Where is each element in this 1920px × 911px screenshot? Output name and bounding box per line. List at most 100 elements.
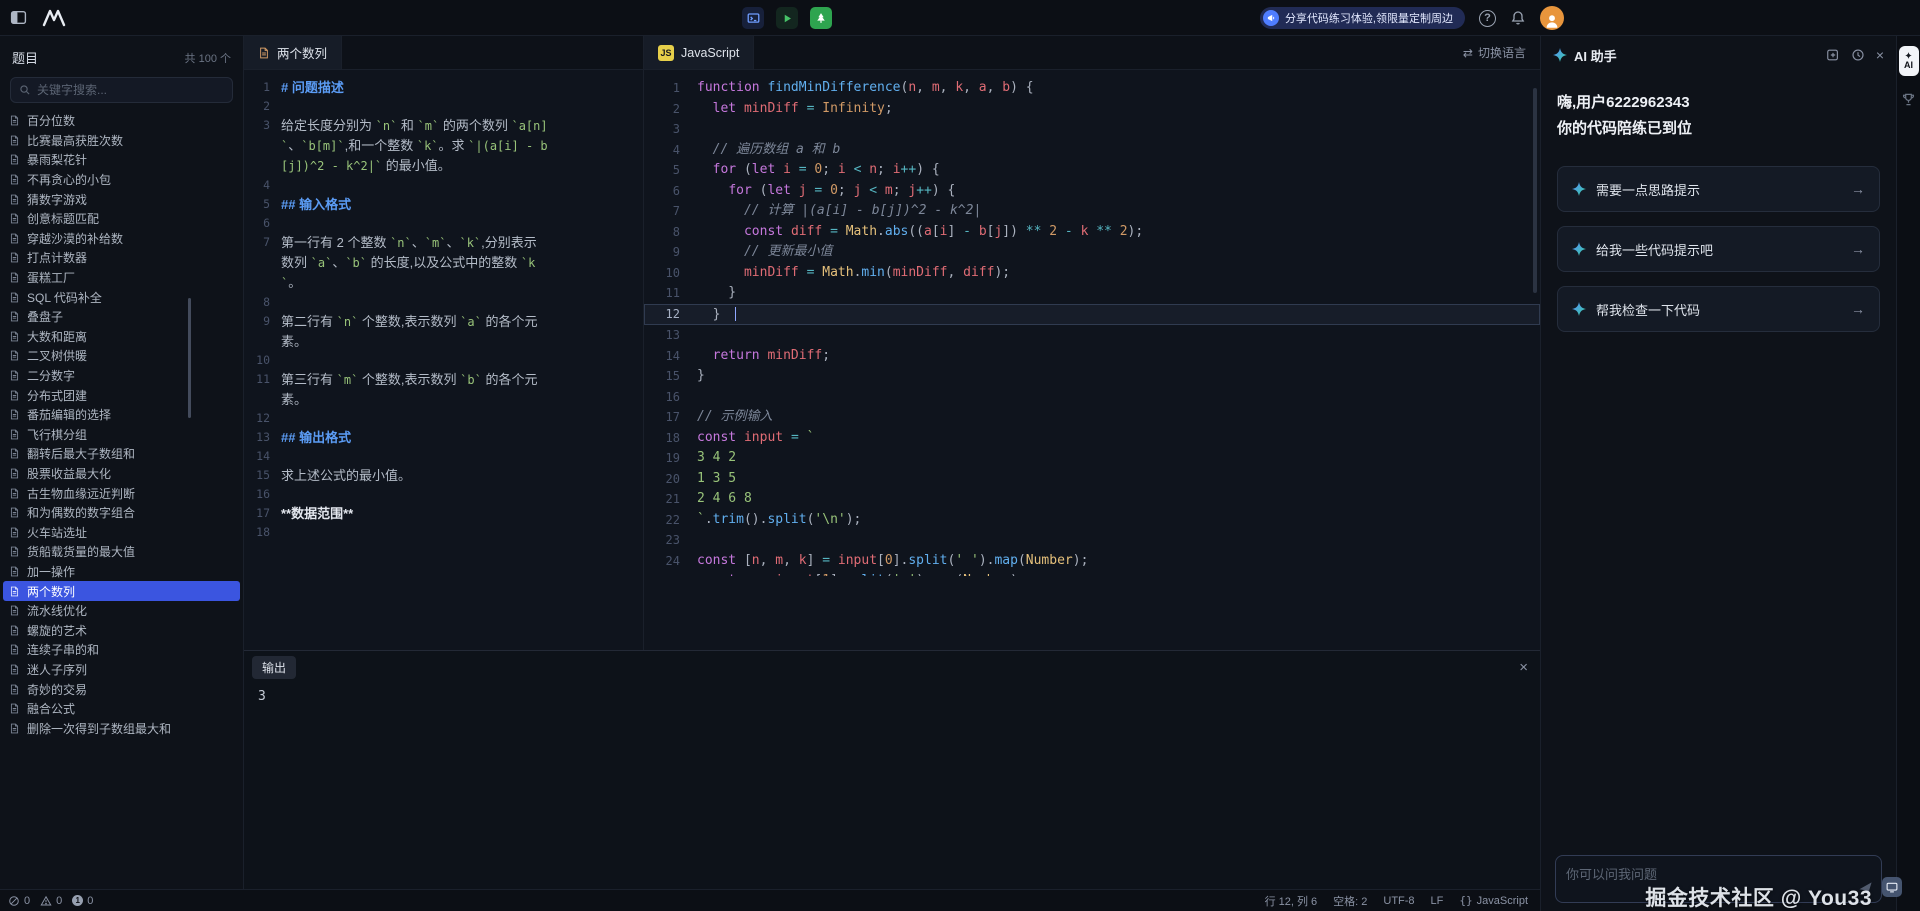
problem-item[interactable]: 翻转后最大子数组和 (3, 444, 240, 464)
code-scrollbar[interactable] (1533, 88, 1537, 293)
problem-item[interactable]: 蛋糕工厂 (3, 268, 240, 288)
ai-suggestion-card-hint[interactable]: 需要一点思路提示 → (1557, 166, 1880, 212)
editor-line[interactable]: 201 3 5 (644, 469, 1540, 490)
problem-item[interactable]: 货船载货量的最大值 (3, 542, 240, 562)
problem-item[interactable]: 融合公式 (3, 699, 240, 719)
tab-problem[interactable]: 两个数列 (244, 36, 342, 69)
problem-item[interactable]: 百分位数 (3, 111, 240, 131)
problem-item[interactable]: 比赛最高获胜次数 (3, 131, 240, 151)
problem-item[interactable]: 古生物血缘远近判断 (3, 483, 240, 503)
problem-item[interactable]: 和为偶数的数字组合 (3, 503, 240, 523)
tab-javascript[interactable]: JS JavaScript (644, 36, 754, 69)
bell-icon[interactable] (1510, 10, 1526, 26)
editor-line[interactable]: 24const [n, m, k] = input[0].split(' ').… (644, 551, 1540, 572)
encoding-setting[interactable]: UTF-8 (1383, 895, 1414, 907)
editor-line[interactable]: 8 const diff = Math.abs((a[i] - b[j]) **… (644, 222, 1540, 243)
editor-line[interactable]: 9第二行有 `n` 个整数,表示数列 `a` 的各个元素。 (244, 312, 643, 351)
editor-line[interactable]: 23 (644, 530, 1540, 551)
problem-item[interactable]: 二叉树供暖 (3, 346, 240, 366)
editor-line[interactable]: 16 (244, 485, 643, 504)
editor-line[interactable]: 5## 输入格式 (244, 195, 643, 214)
editor-line[interactable]: 6 for (let j = 0; j < m; j++) { (644, 181, 1540, 202)
problem-item[interactable]: 删除一次得到子数组最大和 (3, 718, 240, 738)
editor-line[interactable]: 6 (244, 214, 643, 233)
close-ai-panel-icon[interactable]: × (1876, 47, 1884, 63)
problems-status[interactable]: 0 0 1 0 (8, 895, 93, 907)
share-banner[interactable]: 分享代码练习体验,领限量定制周边 (1260, 7, 1465, 29)
problem-item[interactable]: 不再贪心的小包 (3, 170, 240, 190)
editor-line[interactable]: 11第三行有 `m` 个整数,表示数列 `b` 的各个元素。 (244, 370, 643, 409)
help-icon[interactable]: ? (1479, 10, 1496, 27)
problem-item[interactable]: 叠盘子 (3, 307, 240, 327)
avatar[interactable] (1540, 6, 1564, 30)
editor-line[interactable]: 13## 输出格式 (244, 428, 643, 447)
new-chat-icon[interactable] (1826, 48, 1840, 62)
problem-item[interactable]: 暴雨梨花针 (3, 150, 240, 170)
problem-item[interactable]: 打点计数器 (3, 248, 240, 268)
sidebar-toggle-button[interactable] (10, 9, 27, 26)
problem-item[interactable]: 穿越沙漠的补给数 (3, 229, 240, 249)
output-tab[interactable]: 输出 (252, 656, 296, 679)
editor-line[interactable]: 15} (644, 366, 1540, 387)
editor-line[interactable]: 7 // 计算 |(a[i] - b[j])^2 - k^2| (644, 201, 1540, 222)
problem-item[interactable]: 飞行棋分组 (3, 425, 240, 445)
code-editor[interactable]: 1function findMinDifference(n, m, k, a, … (644, 70, 1540, 576)
editor-line[interactable]: 14 return minDiff; (644, 346, 1540, 367)
history-icon[interactable] (1851, 48, 1865, 62)
editor-line[interactable]: 14 (244, 447, 643, 466)
markdown-editor[interactable]: 1# 问题描述23给定长度分别为 `n` 和 `m` 的两个数列 `a[n]`、… (244, 70, 643, 540)
language-mode[interactable]: {} JavaScript (1459, 894, 1528, 907)
problem-item[interactable]: 螺旋的艺术 (3, 620, 240, 640)
problem-item[interactable]: 番茄编辑的选择 (3, 405, 240, 425)
editor-line[interactable]: 2 (244, 97, 643, 116)
submit-button[interactable] (810, 7, 832, 29)
editor-line[interactable]: 8 (244, 293, 643, 312)
problem-item[interactable]: 火车站选址 (3, 522, 240, 542)
problem-item[interactable]: 大数和距离 (3, 327, 240, 347)
problem-item[interactable]: 股票收益最大化 (3, 464, 240, 484)
sidebar-scrollbar[interactable] (188, 298, 191, 418)
editor-line[interactable]: 17**数据范围** (244, 504, 643, 523)
editor-line[interactable]: 2 let minDiff = Infinity; (644, 99, 1540, 120)
editor-line[interactable]: 1# 问题描述 (244, 78, 643, 97)
editor-line[interactable]: 3 (644, 119, 1540, 140)
editor-line[interactable]: 4 (244, 176, 643, 195)
problem-item[interactable]: 猜数字游戏 (3, 189, 240, 209)
editor-line[interactable]: 17// 示例输入 (644, 407, 1540, 428)
problem-item[interactable]: 加一操作 (3, 562, 240, 582)
editor-line[interactable]: 16 (644, 387, 1540, 408)
cursor-position[interactable]: 行 12, 列 6 (1265, 893, 1318, 909)
indent-setting[interactable]: 空格: 2 (1333, 893, 1367, 909)
editor-line[interactable]: 193 4 2 (644, 448, 1540, 469)
problem-item[interactable]: 分布式团建 (3, 385, 240, 405)
editor-line[interactable]: 11 } (644, 283, 1540, 304)
editor-line[interactable]: 12 (244, 409, 643, 428)
editor-line[interactable]: 4 // 遍历数组 a 和 b (644, 140, 1540, 161)
problem-item[interactable]: 连续子串的和 (3, 640, 240, 660)
switch-language-button[interactable]: ⇄ 切换语言 (1449, 36, 1540, 69)
editor-line[interactable]: 5 for (let i = 0; i < n; i++) { (644, 160, 1540, 181)
ai-suggestion-card-review[interactable]: 帮我检查一下代码 → (1557, 286, 1880, 332)
ai-toggle-button[interactable]: AI (1899, 46, 1919, 76)
editor-line[interactable]: 3给定长度分别为 `n` 和 `m` 的两个数列 `a[n]`、`b[m]`,和… (244, 116, 643, 176)
problem-item[interactable]: 两个数列 (3, 581, 240, 601)
editor-line[interactable]: 18const input = ` (644, 428, 1540, 449)
close-output-button[interactable]: × (1519, 660, 1528, 675)
editor-line[interactable]: 22`.trim().split('\n'); (644, 510, 1540, 531)
run-button[interactable] (776, 7, 798, 29)
problem-item[interactable]: SQL 代码补全 (3, 287, 240, 307)
editor-line[interactable]: 1function findMinDifference(n, m, k, a, … (644, 78, 1540, 99)
search-input[interactable] (37, 83, 224, 97)
problem-item[interactable]: 奇妙的交易 (3, 679, 240, 699)
editor-line[interactable]: 15求上述公式的最小值。 (244, 466, 643, 485)
eol-setting[interactable]: LF (1431, 895, 1444, 907)
terminal-button[interactable] (742, 7, 764, 29)
editor-line[interactable]: 9 // 更新最小值 (644, 242, 1540, 263)
editor-line[interactable]: 13 (644, 325, 1540, 346)
ai-suggestion-card-code[interactable]: 给我一些代码提示吧 → (1557, 226, 1880, 272)
editor-line[interactable]: 10 (244, 351, 643, 370)
problem-item[interactable]: 创意标题匹配 (3, 209, 240, 229)
problem-item[interactable]: 流水线优化 (3, 601, 240, 621)
editor-line[interactable]: 10 minDiff = Math.min(minDiff, diff); (644, 263, 1540, 284)
problem-item[interactable]: 二分数字 (3, 366, 240, 386)
